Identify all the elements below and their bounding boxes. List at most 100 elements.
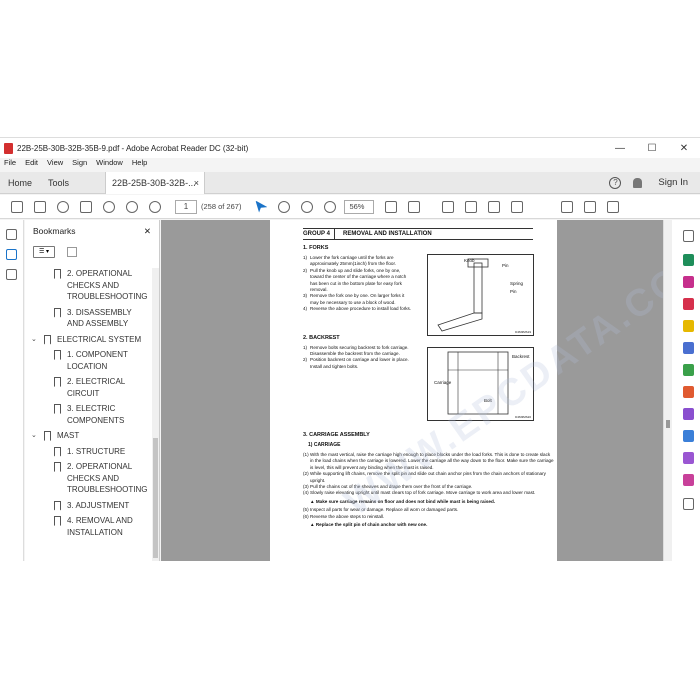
- bookmark-icon: [54, 350, 61, 360]
- mail-icon[interactable]: [584, 200, 597, 213]
- link-icon[interactable]: [561, 200, 574, 213]
- pdf-icon: [4, 142, 13, 154]
- bookmark-item[interactable]: 3. ADJUSTMENT: [25, 500, 153, 516]
- zoom-in-icon[interactable]: [324, 200, 337, 213]
- share-icon[interactable]: [607, 200, 620, 213]
- protect-icon[interactable]: [683, 430, 694, 442]
- tab-document[interactable]: 22B-25B-30B-32B-... ×: [105, 171, 206, 194]
- more-tools-icon[interactable]: [511, 200, 524, 213]
- scroll-thumb[interactable]: [153, 438, 158, 558]
- warning-note: ▲ Replace the split pin of chain anchor …: [310, 522, 428, 528]
- tab-tools[interactable]: Tools: [40, 172, 77, 194]
- bookmark-icon: [54, 307, 61, 318]
- bookmark-item[interactable]: 1. STRUCTURE: [25, 446, 153, 462]
- bookmark-item[interactable]: 2. OPERATIONAL CHECKS AND TROUBLESHOOTIN…: [25, 268, 153, 307]
- page-down-icon[interactable]: [149, 200, 161, 213]
- menu-window[interactable]: Window: [92, 158, 128, 170]
- bookmark-icon: [54, 462, 61, 472]
- bookmarks-scrollbar[interactable]: [152, 268, 159, 561]
- comment-icon[interactable]: [442, 200, 455, 213]
- forks-figure: Knob Pin Spring Pin D4M3MS19: [427, 254, 534, 336]
- page-count: (258 of 267): [201, 202, 242, 211]
- expand-icon[interactable]: [683, 498, 694, 510]
- bookmark-delete-icon[interactable]: [67, 247, 77, 257]
- bookmark-icon: [54, 500, 61, 511]
- page-up-icon[interactable]: [126, 200, 138, 213]
- menu-file[interactable]: File: [0, 158, 21, 170]
- left-rail: [0, 220, 24, 561]
- bookmark-star-icon[interactable]: [34, 200, 46, 213]
- zoom-select[interactable]: 56%: [344, 199, 375, 214]
- bookmark-item[interactable]: 1. COMPONENT LOCATION: [25, 349, 153, 376]
- optimize-icon[interactable]: [683, 452, 694, 464]
- warning-note: ▲ Make sure carriage remains on floor an…: [310, 498, 496, 504]
- bookmark-list: 2. OPERATIONAL CHECKS AND TROUBLESHOOTIN…: [25, 268, 153, 561]
- comment-tool-icon[interactable]: [683, 320, 694, 332]
- document-view[interactable]: GROUP 4 REMOVAL AND INSTALLATION 1. FORK…: [161, 220, 663, 561]
- fit-page-icon[interactable]: [385, 200, 398, 213]
- redact-icon[interactable]: [683, 386, 694, 398]
- bookmarks-icon[interactable]: [6, 249, 17, 260]
- scroll-thumb[interactable]: [666, 420, 670, 428]
- close-button[interactable]: ✕: [668, 143, 700, 154]
- more-tools-icon[interactable]: [683, 474, 694, 486]
- page-thumbnails-icon[interactable]: [6, 229, 17, 240]
- section-carriage: 3. CARRIAGE ASSEMBLY: [303, 432, 370, 438]
- bookmark-item[interactable]: 3. ELECTRIC COMPONENTS: [25, 403, 153, 430]
- bookmark-item[interactable]: ⌄ MAST: [25, 430, 153, 446]
- save-icon[interactable]: [11, 200, 23, 213]
- backrest-figure: Backrest Carriage Bolt D4M3MS20: [427, 347, 534, 421]
- bookmark-item[interactable]: 4. REMOVAL AND INSTALLATION: [25, 515, 153, 542]
- fill-sign-icon[interactable]: [683, 408, 694, 420]
- print-icon[interactable]: [80, 200, 92, 213]
- menu-sign[interactable]: Sign: [68, 158, 92, 170]
- search-icon[interactable]: [103, 200, 115, 213]
- menu-view[interactable]: View: [43, 158, 68, 170]
- combine-files-icon[interactable]: [683, 342, 694, 354]
- bookmarks-close-icon[interactable]: ✕: [144, 226, 151, 237]
- edit-pdf-icon[interactable]: [683, 298, 694, 310]
- bookmark-item[interactable]: 2. OPERATIONAL CHECKS AND TROUBLESHOOTIN…: [25, 461, 153, 500]
- sign-icon[interactable]: [488, 200, 501, 213]
- group-title: REMOVAL AND INSTALLATION: [343, 231, 432, 237]
- bookmark-icon: [54, 446, 61, 457]
- document-scrollbar[interactable]: [664, 220, 672, 561]
- help-icon[interactable]: ?: [609, 176, 622, 189]
- page-number-input[interactable]: 1: [175, 199, 197, 214]
- bookmark-item[interactable]: 3. DISASSEMBLY AND ASSEMBLY: [25, 307, 153, 334]
- create-pdf-icon[interactable]: [683, 276, 694, 288]
- hand-icon[interactable]: [278, 200, 291, 213]
- search-icon[interactable]: [683, 230, 694, 242]
- tab-close-icon[interactable]: ×: [194, 172, 199, 194]
- tab-bar: Home Tools 22B-25B-30B-32B-... × ? Sign …: [0, 171, 700, 194]
- title-bar: 22B-25B-30B-32B-35B-9.pdf - Adobe Acroba…: [0, 138, 700, 158]
- zoom-out-icon[interactable]: [301, 200, 314, 213]
- tab-home[interactable]: Home: [0, 172, 40, 194]
- attachments-icon[interactable]: [6, 269, 17, 280]
- export-pdf-icon[interactable]: [683, 254, 694, 266]
- bookmarks-title: Bookmarks: [33, 226, 76, 236]
- right-tools-panel: [663, 220, 700, 561]
- menu-bar: File Edit View Sign Window Help: [0, 158, 152, 170]
- section-forks: 1. FORKS: [303, 245, 329, 251]
- pdf-page: GROUP 4 REMOVAL AND INSTALLATION 1. FORK…: [270, 220, 663, 561]
- menu-help[interactable]: Help: [128, 158, 152, 170]
- minimize-button[interactable]: —: [604, 143, 636, 154]
- maximize-button[interactable]: ☐: [636, 143, 668, 154]
- chevron-down-icon[interactable]: ⌄: [31, 430, 37, 442]
- upload-icon[interactable]: [57, 200, 69, 213]
- highlight-icon[interactable]: [465, 200, 478, 213]
- bookmark-item[interactable]: 2. ELECTRICAL CIRCUIT: [25, 376, 153, 403]
- menu-edit[interactable]: Edit: [21, 158, 43, 170]
- bookmark-icon: [54, 269, 61, 279]
- sign-in-button[interactable]: Sign In: [658, 177, 688, 188]
- bookmark-item[interactable]: ⌄ ELECTRICAL SYSTEM: [25, 334, 153, 350]
- window-title: 22B-25B-30B-32B-35B-9.pdf - Adobe Acroba…: [17, 143, 249, 153]
- bell-icon[interactable]: [633, 177, 643, 188]
- keyboard-icon[interactable]: [408, 200, 421, 213]
- organize-pages-icon[interactable]: [683, 364, 694, 376]
- bookmark-options-button[interactable]: ☰ ▾: [33, 246, 55, 258]
- forks-diagram: [437, 258, 489, 332]
- chevron-down-icon[interactable]: ⌄: [31, 334, 37, 346]
- select-cursor-icon[interactable]: [255, 200, 268, 213]
